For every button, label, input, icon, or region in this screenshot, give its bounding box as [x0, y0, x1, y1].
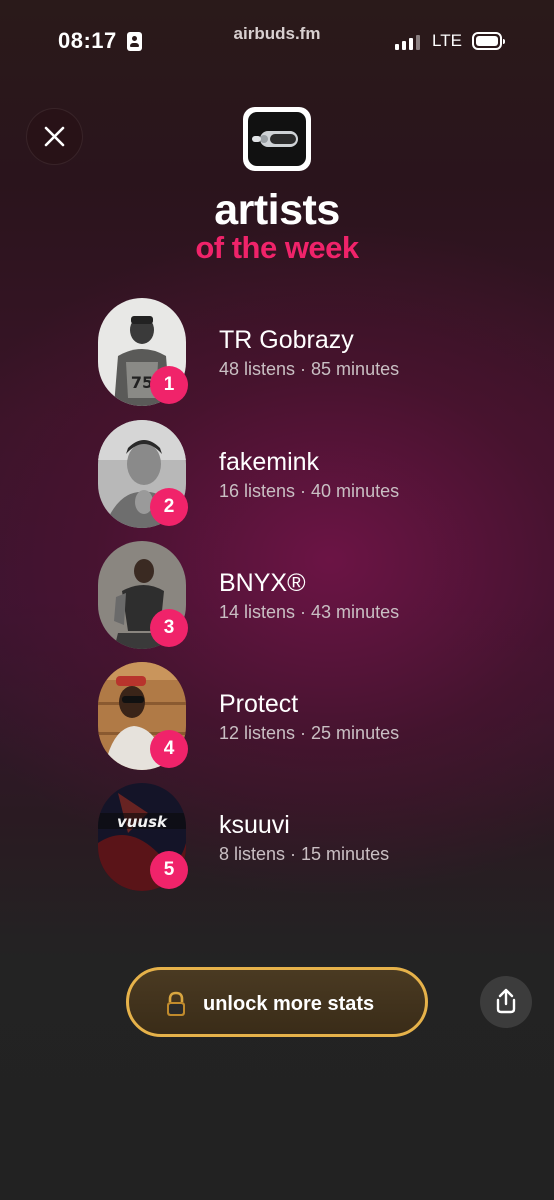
artist-stats: 16 listens · 40 minutes [219, 481, 400, 501]
artist-name: fakemink [219, 448, 320, 476]
status-bar: 08:17 airbuds.fm LTE [0, 0, 554, 80]
rank-badge: 3 [150, 609, 188, 647]
network-type: LTE [432, 31, 462, 50]
svg-text:vuusk: vuusk [117, 813, 168, 831]
close-button[interactable] [26, 108, 83, 165]
rank-badge: 2 [150, 488, 188, 526]
artist-row[interactable]: 75 1 TR Gobrazy 48 listens · 85 minutes [98, 298, 518, 408]
artist-row[interactable]: vuusk 5 ksuuvi 8 listens · 15 minutes [98, 783, 518, 893]
lock-icon [167, 991, 185, 1016]
artist-stats: 12 listens · 25 minutes [219, 723, 400, 743]
artist-name: ksuuvi [219, 811, 290, 839]
artist-row[interactable]: 4 Protect 12 listens · 25 minutes [98, 662, 518, 772]
artist-stats: 48 listens · 85 minutes [219, 359, 400, 379]
site-url[interactable]: airbuds.fm [0, 24, 554, 44]
artist-stats: 8 listens · 15 minutes [219, 844, 390, 864]
rank-badge: 5 [150, 851, 188, 889]
unlock-more-stats-button[interactable]: unlock more stats [126, 967, 428, 1037]
rank-badge: 1 [150, 366, 188, 404]
unlock-label: unlock more stats [203, 993, 375, 1015]
artist-name: BNYX® [219, 569, 306, 597]
rank-badge: 4 [150, 730, 188, 768]
artist-name: Protect [219, 690, 299, 718]
page-title: artists [214, 186, 340, 234]
airbuds-logo-icon [252, 131, 298, 147]
artist-row[interactable]: 3 BNYX® 14 listens · 43 minutes [98, 541, 518, 651]
close-icon [44, 126, 65, 147]
share-button[interactable] [480, 976, 532, 1028]
artist-name: TR Gobrazy [219, 326, 354, 354]
artist-row[interactable]: 2 fakemink 16 listens · 40 minutes [98, 420, 518, 530]
battery-icon [472, 32, 505, 50]
artist-stats: 14 listens · 43 minutes [219, 602, 400, 622]
page-subtitle: of the week [195, 230, 359, 265]
signal-icon [395, 34, 425, 50]
share-icon [496, 988, 516, 1014]
app-logo [243, 107, 311, 171]
